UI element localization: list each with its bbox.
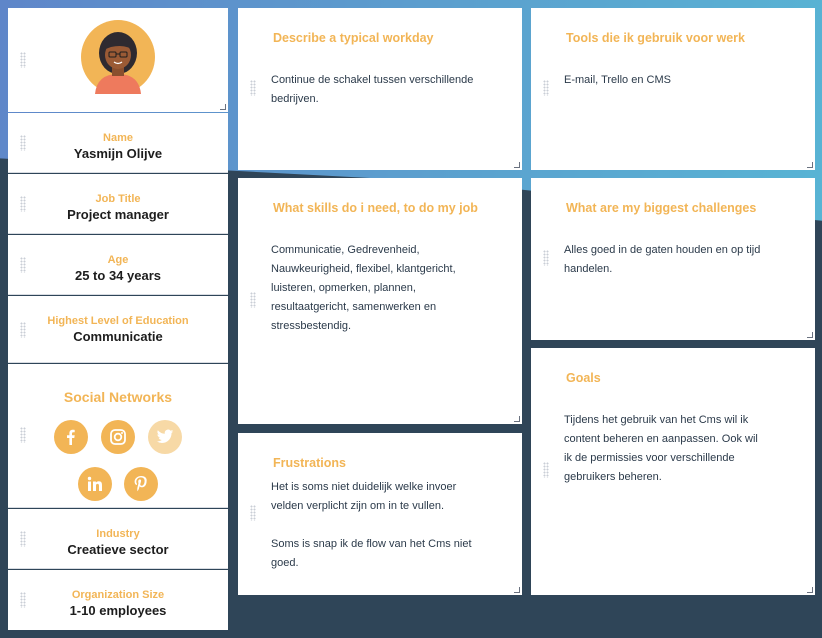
- resize-icon[interactable]: [514, 162, 520, 168]
- card-body: Het is soms niet duidelijk welke invoer …: [271, 481, 472, 569]
- frustrations-card[interactable]: Frustrations Het is soms niet duidelijk …: [238, 433, 522, 595]
- facebook-icon[interactable]: [54, 420, 88, 454]
- card-title: What skills do i need, to do my job: [273, 201, 478, 215]
- drag-handle-icon[interactable]: [20, 531, 26, 547]
- drag-handle-icon[interactable]: [250, 292, 256, 308]
- drag-handle-icon[interactable]: [20, 196, 26, 212]
- card-title: Describe a typical workday: [273, 31, 434, 45]
- workday-card[interactable]: Describe a typical workday Continue de s…: [238, 8, 522, 170]
- field-value: Creatieve sector: [67, 542, 169, 557]
- card-body: Alles goed in de gaten houden en op tijd…: [564, 244, 761, 275]
- drag-handle-icon[interactable]: [543, 462, 549, 478]
- goals-card[interactable]: Goals Tijdens het gebruik van het Cms wi…: [531, 348, 815, 595]
- resize-icon[interactable]: [514, 416, 520, 422]
- social-networks-title: Social Networks: [63, 389, 173, 405]
- persona-field-org-size[interactable]: Organization Size 1-10 employees: [8, 570, 228, 630]
- drag-handle-icon[interactable]: [20, 257, 26, 273]
- card-body: E-mail, Trello en CMS: [564, 74, 671, 86]
- field-label: Age: [107, 254, 129, 266]
- field-value: 1-10 employees: [69, 603, 167, 618]
- instagram-icon[interactable]: [101, 420, 135, 454]
- linkedin-icon[interactable]: [78, 467, 112, 501]
- social-networks-card[interactable]: Social Networks: [8, 364, 228, 508]
- card-body: Continue de schakel tussen verschillende…: [271, 74, 474, 105]
- drag-handle-icon[interactable]: [543, 80, 549, 96]
- resize-icon[interactable]: [807, 162, 813, 168]
- card-title: Goals: [566, 371, 601, 385]
- persona-field-job-title[interactable]: Job Title Project manager: [8, 174, 228, 234]
- drag-handle-icon[interactable]: [20, 322, 26, 338]
- field-value: Yasmijn Olijve: [73, 146, 163, 161]
- pinterest-icon[interactable]: [124, 467, 158, 501]
- twitter-icon[interactable]: [148, 420, 182, 454]
- drag-handle-icon[interactable]: [543, 250, 549, 266]
- card-body: Communicatie, Gedrevenheid, Nauwkeurighe…: [271, 244, 456, 332]
- resize-icon[interactable]: [807, 587, 813, 593]
- challenges-card[interactable]: What are my biggest challenges Alles goe…: [531, 178, 815, 340]
- field-label: Organization Size: [71, 589, 165, 601]
- card-title: Frustrations: [273, 456, 346, 470]
- drag-handle-icon[interactable]: [250, 80, 256, 96]
- resize-icon[interactable]: [514, 587, 520, 593]
- field-label: Name: [103, 132, 133, 144]
- drag-handle-icon[interactable]: [20, 135, 26, 151]
- resize-icon[interactable]: [807, 332, 813, 338]
- field-value: Communicatie: [73, 329, 163, 344]
- drag-handle-icon[interactable]: [20, 592, 26, 608]
- field-label: Highest Level of Education: [47, 315, 189, 327]
- card-title: What are my biggest challenges: [566, 201, 757, 215]
- card-body: Tijdens het gebruik van het Cms wil ik c…: [564, 414, 758, 483]
- persona-field-education[interactable]: Highest Level of Education Communicatie: [8, 296, 228, 363]
- drag-handle-icon[interactable]: [250, 505, 256, 521]
- avatar: [81, 20, 155, 94]
- card-title: Tools die ik gebruik voor werk: [566, 31, 745, 45]
- field-label: Job Title: [95, 193, 141, 205]
- field-label: Industry: [96, 528, 140, 540]
- field-value: Project manager: [67, 207, 169, 222]
- persona-field-name[interactable]: Name Yasmijn Olijve: [8, 113, 228, 173]
- field-value: 25 to 34 years: [74, 268, 161, 283]
- avatar-card[interactable]: [8, 8, 228, 112]
- persona-field-age[interactable]: Age 25 to 34 years: [8, 235, 228, 295]
- resize-icon[interactable]: [220, 104, 226, 110]
- tools-card[interactable]: Tools die ik gebruik voor werk E-mail, T…: [531, 8, 815, 170]
- skills-card[interactable]: What skills do i need, to do my job Comm…: [238, 178, 522, 424]
- drag-handle-icon[interactable]: [20, 427, 26, 443]
- drag-handle-icon[interactable]: [20, 52, 26, 68]
- persona-field-industry[interactable]: Industry Creatieve sector: [8, 509, 228, 569]
